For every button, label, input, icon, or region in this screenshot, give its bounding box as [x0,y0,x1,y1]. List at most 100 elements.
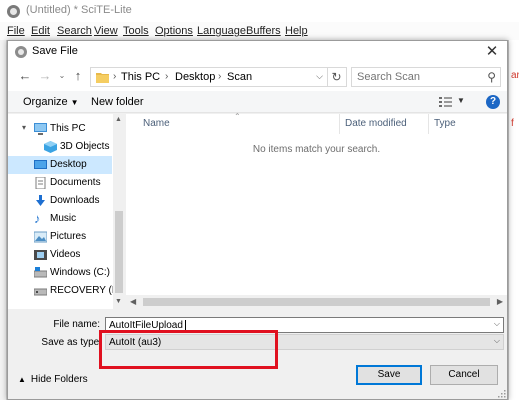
this-pc-icon [34,123,47,135]
nav-item-desktop[interactable]: Desktop [8,156,112,174]
refresh-icon[interactable]: ↻ [327,67,347,87]
breadcrumb-separator-icon: › [218,71,222,82]
scite-menu-bar: File Edit Search View Tools Options Lang… [0,22,519,40]
expand-chevron-icon[interactable]: ▾ [22,123,26,132]
annotation-highlight-box [99,330,278,369]
nav-item-label: Downloads [50,195,100,206]
nav-item-label: Desktop [50,159,87,170]
dialog-app-icon [15,46,27,58]
save-as-type-chevron-icon[interactable]: ⌵ [494,336,500,346]
videos-icon [34,250,47,260]
file-name-dropdown-chevron-icon[interactable]: ⌵ [494,319,500,329]
menu-buffers[interactable]: Buffers [246,25,281,37]
nav-item-label: Windows (C:) [50,267,111,278]
scite-app-icon [7,5,20,18]
save-as-type-label: Save as type: [41,337,102,348]
column-header-type[interactable]: Type [429,114,489,134]
nav-item-recovery-d[interactable]: RECOVERY (D:) [8,282,125,300]
menu-view[interactable]: View [94,25,118,37]
column-header-date-modified[interactable]: Date modified [340,114,429,134]
pictures-icon [34,231,47,243]
drive-icon [34,288,47,296]
column-header-label: Name [143,118,170,129]
nav-item-label: Pictures [50,231,87,242]
column-header-label: Date modified [345,118,407,129]
scite-window-title: (Untitled) * SciTE-Lite [26,4,132,16]
scite-left-margin [0,40,7,400]
nav-item-label: Music [50,213,77,224]
organize-button[interactable]: Organize ▼ [23,96,79,108]
caret-up-icon: ▲ [18,375,26,384]
scroll-up-arrow-icon[interactable]: ▲ [115,116,122,123]
3d-objects-icon [44,141,57,153]
nav-item-label: 3D Objects [60,141,110,152]
menu-search[interactable]: Search [57,25,92,37]
desktop-icon [34,160,47,169]
file-list-horizontal-scrollbar[interactable]: ◀ ▶ [126,295,507,309]
cancel-button[interactable]: Cancel [430,365,498,385]
search-icon[interactable]: ⚲ [487,70,496,84]
scite-editor-edge: ar f [508,40,519,400]
nav-item-label: Videos [50,249,81,260]
help-icon[interactable]: ? [486,95,500,109]
nav-item-documents[interactable]: Documents [8,174,112,192]
breadcrumb-separator-icon: › [165,71,169,82]
dialog-title-bar: Save File ✕ [8,41,507,63]
close-button[interactable]: ✕ [477,41,507,63]
column-header-name[interactable]: Name [138,114,340,134]
scroll-right-arrow-icon[interactable]: ▶ [497,297,503,306]
nav-item-videos[interactable]: Videos [8,246,112,264]
navigation-pane: ▾ This PC 3D Objects Desktop Documents D… [8,114,125,309]
menu-file[interactable]: File [7,25,25,37]
file-list: ⌃ Name Date modified Type No items match… [126,112,507,309]
address-dropdown-chevron-icon[interactable]: ⌵ [316,71,323,82]
command-toolbar: Organize ▼ New folder ▼ ? [8,91,507,113]
menu-help[interactable]: Help [285,25,308,37]
nav-item-label: Documents [50,177,101,188]
nav-item-this-pc[interactable]: ▾ This PC [8,120,112,138]
hide-folders-toggle[interactable]: ▲ Hide Folders [18,374,88,385]
nav-item-windows-c[interactable]: Windows (C:) [8,264,112,282]
back-arrow-icon[interactable]: ← [17,68,33,84]
menu-language[interactable]: Language [197,25,246,37]
address-bar[interactable]: › This PC › Desktop › Scan ⌵ [90,67,328,87]
scrollbar-thumb[interactable] [143,298,490,306]
menu-options[interactable]: Options [155,25,193,37]
empty-folder-message: No items match your search. [252,144,381,155]
organize-label: Organize [23,96,68,108]
search-input[interactable] [352,68,480,86]
navigation-pane-scrollbar[interactable]: ▲ ▼ [113,114,125,309]
address-row: ← → ⌄ ↑ › This PC › Desktop › Scan ⌵ ↻ ⚲ [8,63,507,91]
forward-arrow-icon[interactable]: → [37,68,53,84]
breadcrumb-this-pc[interactable]: This PC [121,71,160,83]
breadcrumb-scan[interactable]: Scan [227,71,252,83]
music-icon: ♪ [34,211,41,226]
scroll-left-arrow-icon[interactable]: ◀ [130,297,136,306]
scrollbar-thumb[interactable] [115,211,123,293]
nav-item-downloads[interactable]: Downloads [8,192,112,210]
nav-item-label: This PC [50,123,86,134]
nav-item-3d-objects[interactable]: 3D Objects [8,138,112,156]
editor-text-fragment: ar [511,70,519,81]
scite-title-bar: (Untitled) * SciTE-Lite [0,0,519,22]
breadcrumb-desktop[interactable]: Desktop [175,71,215,83]
downloads-icon [36,195,45,206]
view-options-caret-icon[interactable]: ▼ [457,96,465,105]
resize-grip-icon[interactable] [496,388,506,398]
hide-folders-label: Hide Folders [30,374,88,385]
nav-item-music[interactable]: ♪ Music [8,210,112,228]
menu-edit[interactable]: Edit [31,25,50,37]
file-name-label: File name: [53,319,100,330]
new-folder-button[interactable]: New folder [91,96,144,108]
editor-text-fragment: f [511,118,514,129]
menu-tools[interactable]: Tools [123,25,149,37]
scroll-down-arrow-icon[interactable]: ▼ [115,298,122,305]
recent-locations-chevron-icon[interactable]: ⌄ [54,68,70,84]
search-box[interactable]: ⚲ [351,67,501,87]
nav-item-pictures[interactable]: Pictures [8,228,112,246]
up-arrow-icon[interactable]: ↑ [70,68,86,84]
view-options-icon[interactable] [439,97,452,107]
breadcrumb-separator-icon: › [113,71,117,82]
save-button[interactable]: Save [356,365,422,385]
text-cursor [185,320,186,330]
